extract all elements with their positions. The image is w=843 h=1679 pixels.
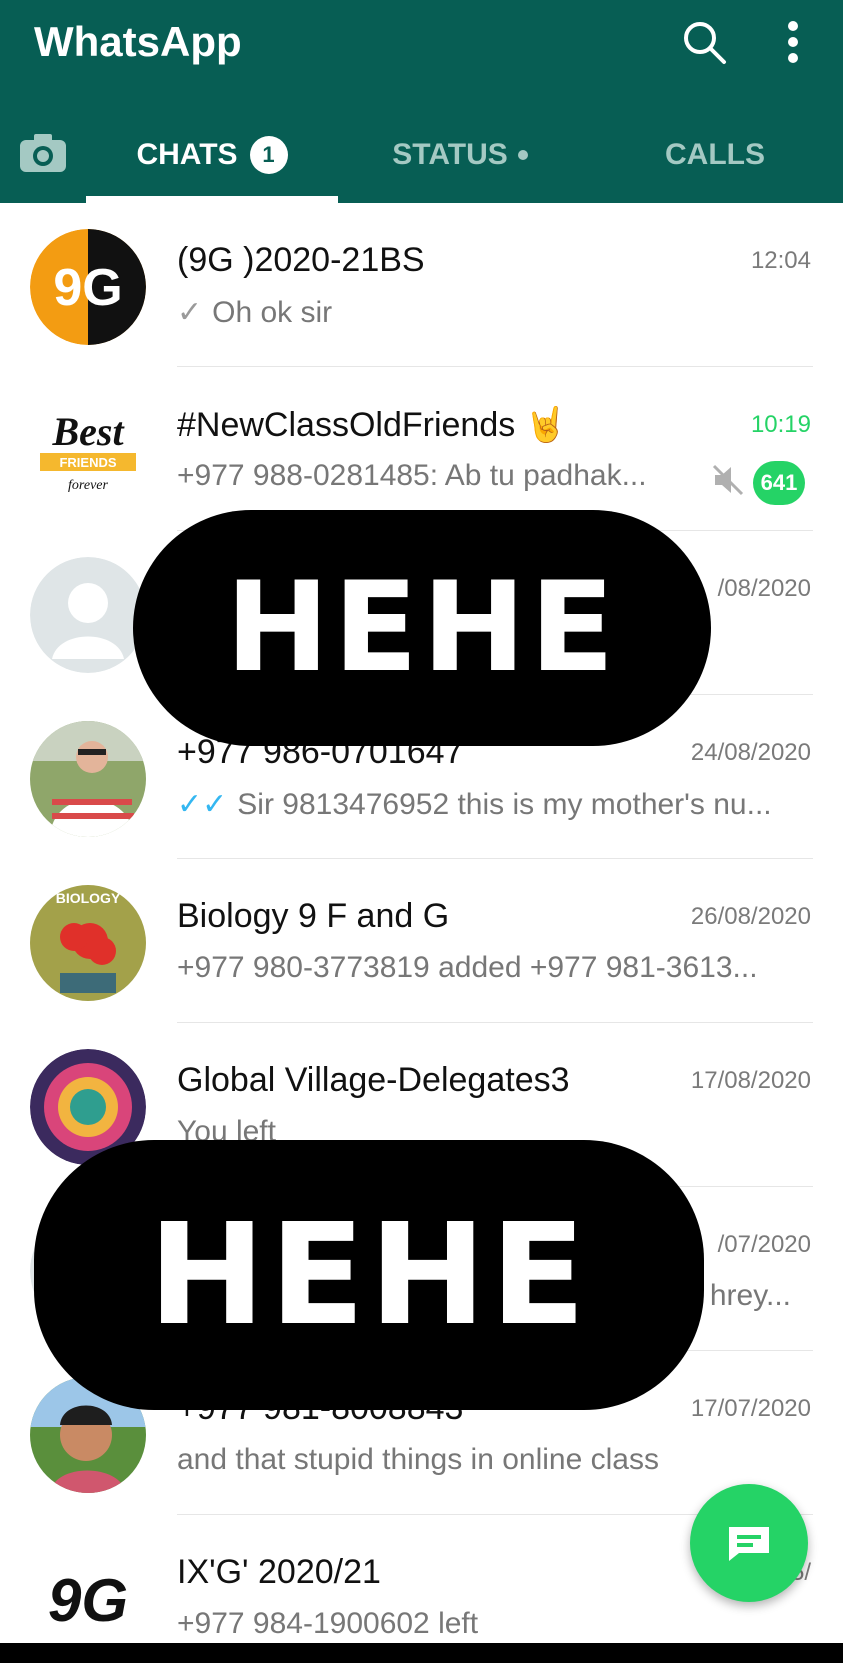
chat-preview: +977 980-3773819 added +977 981-3613... (177, 951, 758, 985)
chat-time: 26/08/2020 (690, 903, 811, 930)
message-icon (729, 1527, 769, 1561)
9g-logo-icon: 9G (30, 229, 146, 345)
search-icon[interactable] (680, 18, 728, 66)
chat-preview-text: hrey... (709, 1279, 791, 1312)
chat-preview: +977 988-0281485: Ab tu padhak... (177, 459, 647, 493)
chat-row[interactable]: 9G (9G )2020-21BS 12:04 ✓ Oh ok sir (0, 203, 843, 367)
muted-icon (712, 464, 744, 496)
chat-preview-text: +977 988-0281485: Ab tu padhak... (177, 459, 647, 492)
svg-text:BIOLOGY: BIOLOGY (56, 890, 121, 906)
chat-name: Biology 9 F and G (177, 897, 450, 935)
chat-time: 17/08/2020 (690, 1067, 811, 1094)
best-friends-forever-icon: Best FRIENDS forever (30, 393, 146, 509)
tab-chats[interactable]: CHATS 1 (86, 112, 338, 198)
unread-count-badge: 641 (753, 461, 805, 505)
tab-status-label: STATUS (392, 138, 508, 171)
app-title: WhatsApp (34, 18, 242, 65)
svg-text:9G: 9G (48, 1567, 128, 1634)
chat-time: /07/2020 (717, 1231, 811, 1258)
chat-preview: ✓✓ Sir 9813476952 this is my mother's nu… (177, 787, 772, 822)
chat-name: (9G )2020-21BS (177, 241, 425, 279)
chat-time: 10:19 (750, 411, 811, 438)
sent-tick-icon: ✓ (177, 296, 203, 329)
chats-badge: 1 (249, 136, 288, 174)
chat-time: /08/2020 (717, 575, 811, 602)
tab-chats-label: CHATS (136, 138, 238, 171)
chat-time: 17/07/2020 (690, 1395, 811, 1422)
chat-preview-text: Oh ok sir (212, 295, 333, 329)
active-tab-indicator (86, 196, 338, 203)
man-photo-icon (30, 721, 146, 837)
svg-text:FRIENDS: FRIENDS (59, 455, 116, 470)
new-chat-button[interactable] (690, 1484, 808, 1602)
camera-icon[interactable] (18, 130, 68, 176)
chat-time: 12:04 (750, 247, 811, 274)
chat-list: 9G (9G )2020-21BS 12:04 ✓ Oh ok sir Best… (0, 203, 843, 1679)
chat-preview-text: Sir 9813476952 this is my mother's nu... (237, 787, 772, 821)
svg-text:9G: 9G (53, 259, 122, 317)
chat-preview: ✓ Oh ok sir (177, 295, 332, 330)
tab-calls[interactable]: CALLS (590, 112, 840, 198)
chat-preview: +977 984-1900602 left (177, 1607, 478, 1641)
tab-status[interactable]: STATUS (340, 112, 580, 198)
chat-row[interactable]: Best FRIENDS forever #NewClassOldFriends… (0, 367, 843, 531)
status-new-dot (517, 150, 528, 160)
chat-time: 24/08/2020 (690, 739, 811, 766)
svg-text:forever: forever (68, 478, 108, 493)
app-bar: WhatsApp CHATS 1 STATUS CALLS (0, 0, 843, 203)
9g-black-logo-icon: 9G (30, 1541, 146, 1657)
chat-preview-text: +977 984-1900602 left (177, 1607, 479, 1640)
chat-preview: and that stupid things in online class (177, 1443, 659, 1477)
chat-name: Global Village-Delegates3 (177, 1061, 570, 1099)
flower-photo-icon: BIOLOGY (30, 885, 146, 1001)
read-ticks-icon: ✓✓ (177, 788, 228, 821)
default-profile-icon (30, 557, 146, 673)
chat-row[interactable]: BIOLOGY Biology 9 F and G 26/08/2020 +97… (0, 859, 843, 1023)
chat-name: IX'G' 2020/21 (177, 1553, 381, 1591)
chat-preview: hrey... (710, 1279, 791, 1313)
system-nav-bar (0, 1643, 843, 1663)
chat-preview-text: and that stupid things in online class (177, 1443, 659, 1476)
redaction-overlay: HEHE (34, 1140, 704, 1410)
tab-calls-label: CALLS (665, 138, 765, 171)
more-options-icon[interactable] (778, 18, 808, 66)
chat-preview-text: +977 980-3773819 added +977 981-3613... (177, 951, 758, 984)
chat-name: #NewClassOldFriends 🤘 (177, 406, 568, 444)
redaction-overlay: HEHE (133, 510, 711, 746)
svg-text:Best: Best (51, 409, 125, 454)
